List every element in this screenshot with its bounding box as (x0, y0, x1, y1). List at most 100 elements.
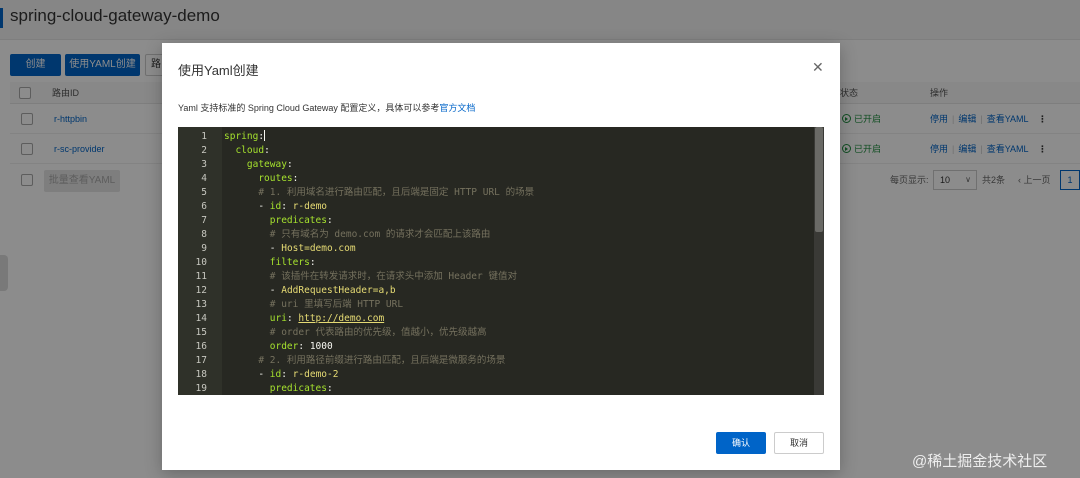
code-token: uri (269, 313, 287, 324)
code-token: predicates (269, 215, 327, 226)
code-line: 15 # order 代表路由的优先级，值越小，优先级越高 (178, 326, 814, 340)
line-number: 8 (201, 229, 207, 240)
code-token: : 1000 (298, 341, 333, 352)
code-line: 1 spring: (178, 130, 814, 144)
code-text: # uri 里填写后端 HTTP URL (224, 298, 403, 312)
code-text: uri: http://demo.com (224, 312, 384, 326)
editor-scrollbar[interactable] (814, 127, 824, 395)
code-token: : (281, 369, 293, 380)
code-text: cloud: (224, 144, 270, 158)
close-icon[interactable]: ✕ (812, 59, 824, 75)
code-token: spring (224, 131, 259, 142)
code-text: # 只有域名为 demo.com 的请求才会匹配上该路由 (224, 228, 491, 242)
code-token: # 1. 利用域名进行路由匹配，且后端是固定 HTTP URL 的场景 (258, 187, 535, 198)
line-number: 14 (195, 313, 207, 324)
watermark-text: @稀土掘金技术社区 (912, 453, 1048, 470)
code-token: # 只有域名为 demo.com 的请求才会匹配上该路由 (269, 229, 491, 240)
code-text: predicates: (224, 382, 333, 395)
code-text: order: 1000 (224, 340, 333, 354)
code-token: r-demo (292, 201, 328, 212)
code-text: # 2. 利用路径前缀进行路由匹配，且后端是微服务的场景 (224, 354, 505, 368)
code-text: # 1. 利用域名进行路由匹配，且后端是固定 HTTP URL 的场景 (224, 186, 534, 200)
dialog-description: Yaml 支持标准的 Spring Cloud Gateway 配置定义，具体可… (178, 101, 475, 114)
code-token: id (269, 201, 282, 212)
code-line: 2 cloud: (178, 144, 814, 158)
code-text: filters: (224, 256, 316, 270)
dialog-title: 使用Yaml创建 (178, 63, 259, 78)
code-line: 17 # 2. 利用路径前缀进行路由匹配，且后端是微服务的场景 (178, 354, 814, 368)
line-number: 12 (195, 285, 207, 296)
code-text: # 该插件在转发请求时，在请求头中添加 Header 键值对 (224, 270, 517, 284)
line-number: 1 (201, 131, 207, 142)
code-token: order (269, 341, 299, 352)
code-line: 10 filters: (178, 256, 814, 270)
yaml-code-editor[interactable]: 1 spring: 2 cloud: 3 gateway: 4 routes: 5 # 1… (178, 127, 824, 395)
code-token: Host=demo.com (281, 243, 356, 254)
line-number: 5 (201, 187, 207, 198)
code-token: : (326, 383, 333, 394)
line-number: 10 (195, 257, 207, 268)
code-text: - id: r-demo-2 (224, 368, 338, 382)
cancel-button[interactable]: 取消 (774, 432, 824, 454)
code-line: 14 uri: http://demo.com (178, 312, 814, 326)
line-number: 19 (195, 383, 207, 394)
code-text: - AddRequestHeader=a,b (224, 284, 396, 298)
code-token: # 该插件在转发请求时，在请求头中添加 Header 键值对 (269, 271, 517, 282)
code-token: http://demo.com (298, 313, 385, 324)
code-token: - (258, 369, 270, 380)
line-number: 16 (195, 341, 207, 352)
code-token: - (258, 201, 270, 212)
code-line: 18 - id: r-demo-2 (178, 368, 814, 382)
code-token: : (286, 313, 299, 324)
code-line: 11 # 该插件在转发请求时，在请求头中添加 Header 键值对 (178, 270, 814, 284)
code-token: : (309, 257, 316, 268)
code-line: 16 order: 1000 (178, 340, 814, 354)
code-text: - Host=demo.com (224, 242, 356, 256)
code-token: : (286, 159, 293, 170)
code-token: : (264, 145, 270, 156)
code-token: : (281, 201, 293, 212)
code-token: AddRequestHeader=a,b (281, 285, 396, 296)
line-number: 6 (201, 201, 207, 212)
code-line: 5 # 1. 利用域名进行路由匹配，且后端是固定 HTTP URL 的场景 (178, 186, 814, 200)
code-token: filters (269, 257, 310, 268)
description-text: Yaml 支持标准的 Spring Cloud Gateway 配置定义，具体可… (178, 103, 440, 113)
code-line: 19 predicates: (178, 382, 814, 395)
code-line: 8 # 只有域名为 demo.com 的请求才会匹配上该路由 (178, 228, 814, 242)
line-number: 17 (195, 355, 207, 366)
line-number: 13 (195, 299, 207, 310)
scrollbar-thumb[interactable] (815, 127, 823, 232)
code-text: # order 代表路由的优先级，值越小，优先级越高 (224, 326, 487, 340)
official-docs-link[interactable]: 官方文档 (439, 103, 475, 113)
code-token: predicates (269, 383, 327, 394)
text-cursor (264, 130, 266, 141)
code-token: gateway (246, 159, 287, 170)
code-token: - (269, 243, 282, 254)
line-number: 9 (201, 243, 207, 254)
code-line: 12 - AddRequestHeader=a,b (178, 284, 814, 298)
line-number: 18 (195, 369, 207, 380)
code-token: # uri 里填写后端 HTTP URL (269, 299, 404, 310)
line-number: 2 (201, 145, 207, 156)
code-token: id (269, 369, 282, 380)
confirm-button[interactable]: 确认 (716, 432, 766, 454)
code-token: cloud (235, 145, 265, 156)
code-line: 3 gateway: (178, 158, 814, 172)
code-line: 9 - Host=demo.com (178, 242, 814, 256)
code-token: : (292, 173, 299, 184)
yaml-create-dialog: 使用Yaml创建 ✕ Yaml 支持标准的 Spring Cloud Gatew… (162, 43, 840, 470)
line-number: 3 (201, 159, 207, 170)
